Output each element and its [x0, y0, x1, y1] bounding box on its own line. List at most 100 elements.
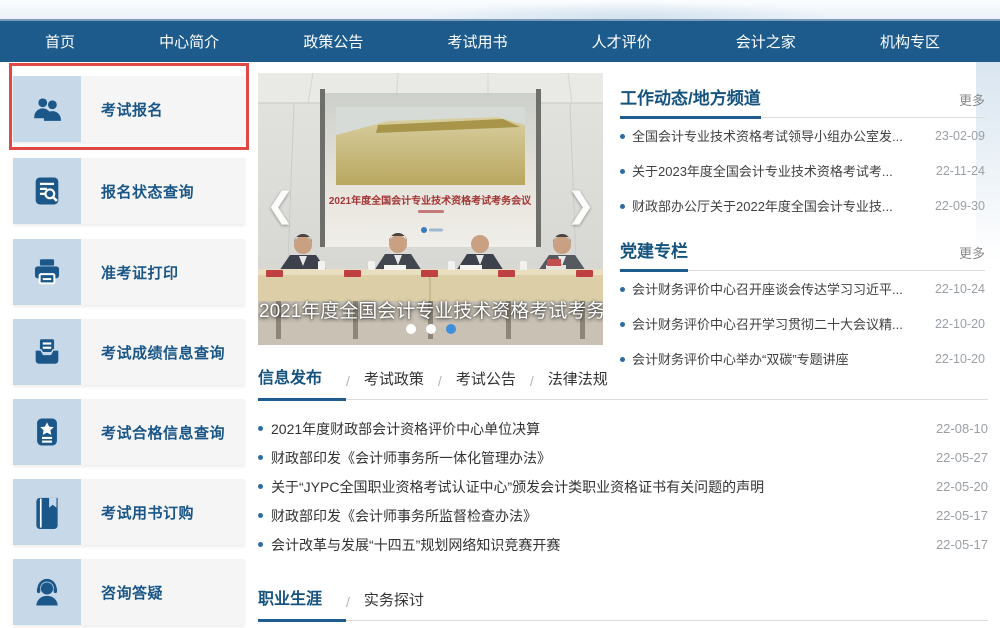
sidebar-item-label: 准考证打印	[81, 239, 245, 305]
bullet-icon	[258, 426, 263, 431]
carousel-dot-3-active[interactable]	[446, 324, 456, 334]
nav-item-institution-zone[interactable]: 机构专区	[880, 31, 940, 52]
tab-laws-regulations[interactable]: 法律法规	[548, 368, 622, 399]
book-icon	[13, 479, 81, 545]
career-tabs: 职业生涯 / 实务探讨	[258, 585, 988, 621]
photo-carousel: 2021年度全国会计专业技术资格考试考务会议	[258, 73, 603, 345]
more-link[interactable]: 更多	[959, 243, 985, 270]
news-title: 2021年度财政部会计资格评价中心单位决算	[271, 419, 926, 439]
section-title: 工作动态/地方频道	[620, 84, 761, 119]
tab-separator: /	[530, 373, 548, 399]
sidebar-item-label: 考试用书订购	[81, 479, 245, 545]
news-item[interactable]: 财政部印发《会计师事务所监督检查办法》 22-05-17	[258, 501, 988, 530]
certificate-badge-icon	[13, 399, 81, 465]
news-date: 22-08-10	[936, 421, 988, 436]
news-item[interactable]: 2021年度财政部会计资格评价中心单位决算 22-08-10	[258, 414, 988, 443]
carousel-dot-2[interactable]	[426, 324, 436, 334]
bullet-icon	[258, 513, 263, 518]
nav-item-exam-books[interactable]: 考试用书	[447, 31, 507, 52]
bullet-icon	[258, 484, 263, 489]
news-title: 会计财务评价中心召开学习贯彻二十大会议精...	[632, 314, 927, 333]
sidebar-item-label: 考试成绩信息查询	[81, 319, 245, 385]
bullet-icon	[258, 542, 263, 547]
news-date: 22-05-17	[936, 537, 988, 552]
tab-exam-announcements[interactable]: 考试公告	[456, 368, 530, 399]
top-navigation: 首页 中心简介 政策公告 考试用书 人才评价 会计之家 机构专区	[0, 19, 1000, 62]
bullet-icon	[620, 169, 625, 174]
news-item[interactable]: 会计财务评价中心召开座谈会传达学习习近平... 22-10-24	[620, 271, 985, 306]
carousel-next-arrow[interactable]: ❯	[567, 189, 596, 223]
carousel-dot-1[interactable]	[406, 324, 416, 334]
news-title: 会计财务评价中心召开座谈会传达学习习近平...	[632, 279, 927, 298]
inbox-icon	[13, 319, 81, 385]
news-title: 会计改革与发展“十四五”规划网络知识竞赛开赛	[271, 535, 926, 555]
tab-career[interactable]: 职业生涯	[258, 585, 346, 622]
bullet-icon	[620, 134, 625, 139]
nav-item-home[interactable]: 首页	[45, 31, 75, 52]
tab-practice-discussion[interactable]: 实务探讨	[364, 589, 438, 620]
section-head-work-news: 工作动态/地方频道 更多	[620, 84, 985, 118]
sidebar-item-label: 考试合格信息查询	[81, 399, 245, 465]
carousel-prev-arrow[interactable]: ❮	[266, 189, 295, 223]
section-title: 党建专栏	[620, 237, 688, 272]
sidebar-item-admission-ticket-print[interactable]: 准考证打印	[13, 239, 245, 305]
news-item[interactable]: 财政部办公厅关于2022年度全国会计专业技... 22-09-30	[620, 188, 985, 223]
news-item[interactable]: 全国会计专业技术资格考试领导小组办公室发... 23-02-09	[620, 118, 985, 153]
news-title: 财政部印发《会计师事务所监督检查办法》	[271, 506, 926, 526]
nav-item-talent-evaluation[interactable]: 人才评价	[592, 31, 652, 52]
tab-separator: /	[346, 373, 364, 399]
sidebar-item-label: 咨询答疑	[81, 559, 245, 625]
news-title: 关于“JYPC全国职业资格考试认证中心”颁发会计类职业资格证书有关问题的声明	[271, 477, 926, 497]
nav-item-policy-announcements[interactable]: 政策公告	[303, 31, 363, 52]
sidebar-item-consultation[interactable]: 咨询答疑	[13, 559, 245, 625]
users-icon	[13, 76, 81, 142]
top-banner	[0, 0, 1000, 19]
bullet-icon	[620, 357, 625, 362]
accounting-exam-portal-page: 首页 中心简介 政策公告 考试用书 人才评价 会计之家 机构专区 考试报名	[0, 0, 1000, 628]
tab-separator: /	[438, 373, 456, 399]
news-title: 财政部办公厅关于2022年度全国会计专业技...	[632, 196, 927, 215]
news-date: 23-02-09	[935, 129, 985, 143]
news-date: 22-11-24	[936, 164, 985, 178]
headset-icon	[13, 559, 81, 625]
news-item[interactable]: 财政部印发《会计师事务所一体化管理办法》 22-05-27	[258, 443, 988, 472]
sidebar-item-pass-certificate-query[interactable]: 考试合格信息查询	[13, 399, 245, 465]
news-date: 22-05-27	[936, 450, 988, 465]
news-title: 财政部印发《会计师事务所一体化管理办法》	[271, 448, 926, 468]
tab-info-release[interactable]: 信息发布	[258, 364, 346, 401]
slide-screen-title: 2021年度全国会计专业技术资格考试考务会议	[329, 194, 532, 207]
sidebar-item-label: 考试报名	[81, 76, 245, 142]
tab-exam-policy[interactable]: 考试政策	[364, 368, 438, 399]
right-news-column: 工作动态/地方频道 更多 全国会计专业技术资格考试领导小组办公室发... 23-…	[620, 84, 985, 376]
bullet-icon	[258, 455, 263, 460]
news-item[interactable]: 会计财务评价中心召开学习贯彻二十大会议精... 22-10-20	[620, 306, 985, 341]
bullet-icon	[620, 287, 625, 292]
news-title: 全国会计专业技术资格考试领导小组办公室发...	[632, 126, 927, 145]
sidebar-item-score-query[interactable]: 考试成绩信息查询	[13, 319, 245, 385]
sidebar-item-label: 报名状态查询	[81, 158, 245, 224]
carousel-caption[interactable]: 2021年度全国会计专业技术资格考试考务会议在...	[258, 296, 603, 323]
news-date: 22-10-24	[935, 282, 985, 296]
info-tabs: 信息发布 / 考试政策 / 考试公告 / 法律法规	[258, 364, 988, 400]
news-date: 22-10-20	[935, 317, 985, 331]
nav-item-accounting-home[interactable]: 会计之家	[736, 31, 796, 52]
news-date: 22-05-17	[936, 508, 988, 523]
bottom-news-block: 信息发布 / 考试政策 / 考试公告 / 法律法规 2021年度财政部会计资格评…	[258, 364, 988, 621]
sidebar-item-book-order[interactable]: 考试用书订购	[13, 479, 245, 545]
section-head-party-building: 党建专栏 更多	[620, 237, 985, 271]
document-search-icon	[13, 158, 81, 224]
news-date: 22-05-20	[936, 479, 988, 494]
news-item[interactable]: 关于2023年度全国会计专业技术资格考试考... 22-11-24	[620, 153, 985, 188]
bullet-icon	[620, 204, 625, 209]
printer-icon	[13, 239, 81, 305]
sidebar-item-registration-status[interactable]: 报名状态查询	[13, 158, 245, 224]
nav-item-center-intro[interactable]: 中心简介	[159, 31, 219, 52]
carousel-dots	[258, 321, 603, 339]
news-item[interactable]: 会计改革与发展“十四五”规划网络知识竞赛开赛 22-05-17	[258, 530, 988, 559]
bullet-icon	[620, 322, 625, 327]
tab-separator: /	[346, 594, 364, 620]
more-link[interactable]: 更多	[959, 90, 985, 117]
news-date: 22-09-30	[935, 199, 985, 213]
sidebar-item-exam-registration[interactable]: 考试报名	[13, 76, 245, 142]
news-item[interactable]: 关于“JYPC全国职业资格考试认证中心”颁发会计类职业资格证书有关问题的声明 2…	[258, 472, 988, 501]
